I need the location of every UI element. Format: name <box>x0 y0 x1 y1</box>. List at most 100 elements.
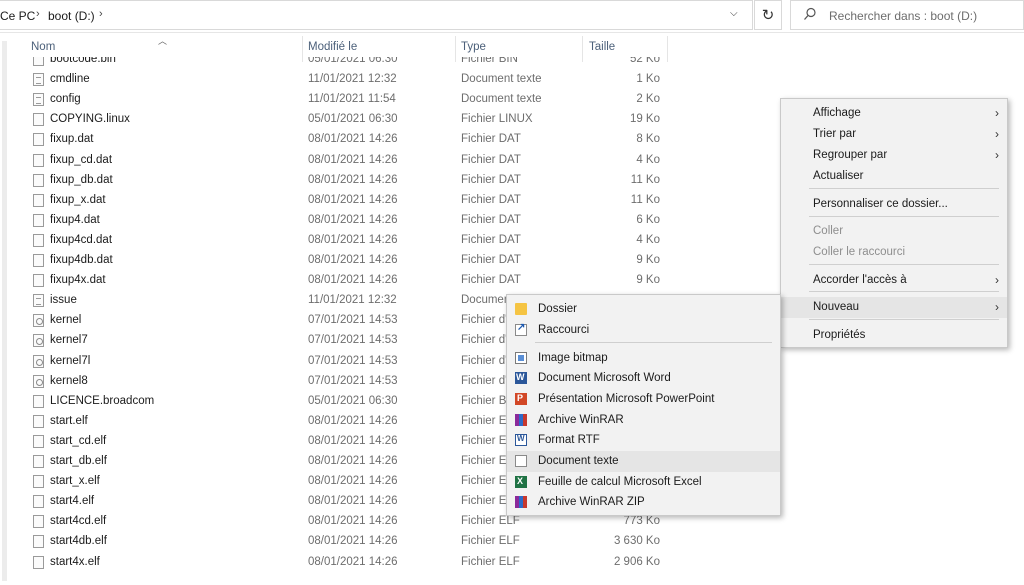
new-submenu-item[interactable]: Présentation Microsoft PowerPoint <box>507 389 780 410</box>
text-file-icon <box>33 93 44 107</box>
file-size: 52 Ko <box>629 57 660 65</box>
new-submenu-item[interactable]: Dossier <box>507 299 780 320</box>
context-menu-item-nouveau[interactable]: Nouveau › <box>781 297 1007 318</box>
file-modified-date: 08/01/2021 14:26 <box>308 434 398 447</box>
file-size: 6 Ko <box>636 213 660 226</box>
context-menu-item-propriétés[interactable]: Propriétés <box>781 325 1007 346</box>
new-submenu-item[interactable]: Feuille de calcul Microsoft Excel <box>507 472 780 493</box>
context-menu: Affichage › Trier par › Regrouper par › Actual… <box>780 98 1008 348</box>
file-type: Document texte <box>461 93 542 106</box>
file-type: Fichier ELF <box>461 515 520 528</box>
file-modified-date: 05/01/2021 06:30 <box>308 57 398 65</box>
context-menu-item-regrouper-par[interactable]: Regrouper par › <box>781 145 1007 166</box>
file-row[interactable]: fixup.dat 08/01/2021 14:26 Fichier DAT 8 Ko <box>0 130 680 150</box>
file-type: Documen <box>461 294 511 307</box>
column-header-size[interactable]: Taille <box>589 41 615 53</box>
file-row[interactable]: fixup4db.dat 08/01/2021 14:26 Fichier DAT 9… <box>0 251 680 271</box>
search-box[interactable]: Rechercher dans : boot (D:) <box>790 0 1024 30</box>
submenu-arrow-icon: › <box>995 127 999 141</box>
refresh-button[interactable]: ↻ <box>754 0 782 30</box>
breadcrumb-chevron-icon[interactable]: › <box>36 8 40 20</box>
address-bar[interactable]: Ce PC › boot (D:) › ⌵ <box>0 0 753 30</box>
file-icon <box>33 254 44 267</box>
file-name: kernel8 <box>50 374 88 387</box>
file-size: 3 630 Ko <box>613 535 660 548</box>
system-file-icon <box>33 334 44 348</box>
file-icon <box>33 173 44 187</box>
new-submenu-item[interactable]: Document Microsoft Word <box>507 368 780 389</box>
file-row[interactable]: fixup_db.dat 08/01/2021 14:26 Fichier DAT 1… <box>0 171 680 191</box>
toolbar: Ce PC › boot (D:) › ⌵ ↻ Rechercher dans … <box>0 0 1024 33</box>
new-submenu-item[interactable]: Archive WinRAR <box>507 410 780 431</box>
context-menu-item-accorder-l-accès-à[interactable]: Accorder l'accès à › <box>781 270 1007 291</box>
file-modified-date: 08/01/2021 14:26 <box>308 173 398 186</box>
file-size: 8 Ko <box>636 133 660 146</box>
winrar-icon <box>515 414 527 426</box>
file-size: 9 Ko <box>636 254 660 266</box>
column-header-type[interactable]: Type <box>461 41 486 53</box>
file-size: 11 Ko <box>630 193 660 206</box>
file-row[interactable]: cmdline 11/01/2021 12:32 Document texte 1 K… <box>0 70 680 90</box>
context-menu-item-personnaliser-ce-dossier[interactable]: Personnaliser ce dossier... <box>781 194 1007 215</box>
file-size: 2 906 Ko <box>613 555 660 568</box>
file-name: start4x.elf <box>50 555 100 568</box>
file-size: 11 Ko <box>630 173 660 186</box>
file-modified-date: 05/01/2021 06:30 <box>308 113 398 126</box>
search-input[interactable]: Rechercher dans : boot (D:) <box>829 9 977 23</box>
column-header-modified[interactable]: Modifié le <box>308 41 357 53</box>
file-modified-date: 08/01/2021 14:26 <box>308 233 398 246</box>
file-icon <box>33 414 44 428</box>
new-submenu-item[interactable]: Format RTF <box>507 430 780 451</box>
file-type: Fichier d' <box>461 354 508 367</box>
file-row[interactable]: start4db.elf 08/01/2021 14:26 Fichier ELF 3… <box>0 532 680 552</box>
breadcrumb-chevron-icon[interactable]: › <box>99 8 103 20</box>
file-name: fixup_x.dat <box>50 193 106 206</box>
file-modified-date: 08/01/2021 14:26 <box>308 193 398 206</box>
file-name: fixup.dat <box>50 133 94 146</box>
refresh-icon: ↻ <box>761 7 775 24</box>
context-menu-item-trier-par[interactable]: Trier par › <box>781 124 1007 145</box>
address-history-dropdown-icon[interactable]: ⌵ <box>730 8 738 19</box>
file-modified-date: 08/01/2021 14:26 <box>308 515 398 528</box>
new-submenu-item-label: Document texte <box>538 455 619 467</box>
new-submenu-item[interactable]: Document texte <box>507 451 780 472</box>
folder-icon <box>515 303 527 315</box>
column-header-name[interactable]: Nom <box>31 41 55 53</box>
breadcrumb-boot-drive[interactable]: boot (D:) <box>48 9 95 23</box>
file-name: fixup4.dat <box>50 213 100 226</box>
file-icon <box>33 233 44 247</box>
context-menu-item-label: Coller le raccourci <box>813 246 906 258</box>
file-name: fixup_db.dat <box>50 173 113 186</box>
new-submenu-item[interactable]: Archive WinRAR ZIP <box>507 492 780 513</box>
file-name: start.elf <box>50 414 88 427</box>
file-name: kernel7 <box>50 334 88 347</box>
breadcrumb-this-pc[interactable]: Ce PC <box>0 9 35 23</box>
new-submenu-item[interactable]: Image bitmap <box>507 348 780 369</box>
file-row[interactable]: fixup_x.dat 08/01/2021 14:26 Fichier DAT 11… <box>0 191 680 211</box>
context-menu-item-affichage[interactable]: Affichage › <box>781 103 1007 124</box>
bitmap-icon <box>515 352 527 364</box>
file-type: Fichier DAT <box>461 254 521 266</box>
file-modified-date: 08/01/2021 14:26 <box>308 475 398 488</box>
submenu-arrow-icon: › <box>995 300 999 314</box>
file-row[interactable]: fixup4cd.dat 08/01/2021 14:26 Fichier DAT 4… <box>0 231 680 251</box>
system-file-icon <box>33 314 44 328</box>
file-row[interactable]: fixup4.dat 08/01/2021 14:26 Fichier DAT 6 K… <box>0 211 680 231</box>
file-type: Fichier EL <box>461 475 513 488</box>
file-type: Fichier DAT <box>461 274 521 287</box>
file-row[interactable]: bootcode.bin 05/01/2021 06:30 Fichier BIN 5… <box>0 57 680 70</box>
file-row[interactable]: start4x.elf 08/01/2021 14:26 Fichier ELF 2 … <box>0 553 680 573</box>
file-row[interactable]: fixup_cd.dat 08/01/2021 14:26 Fichier DAT 4… <box>0 151 680 171</box>
file-row[interactable]: fixup4x.dat 08/01/2021 14:26 Fichier DAT 9 … <box>0 271 680 291</box>
file-row[interactable]: COPYING.linux 05/01/2021 06:30 Fichier LIN… <box>0 110 680 130</box>
file-icon <box>33 455 44 468</box>
file-name: COPYING.linux <box>50 113 130 126</box>
context-menu-item-label: Trier par <box>813 128 857 140</box>
context-menu-item-actualiser[interactable]: Actualiser <box>781 166 1007 187</box>
file-row[interactable]: config 11/01/2021 11:54 Document texte 2 Ko <box>0 90 680 110</box>
file-type: Fichier EL <box>461 455 513 467</box>
file-type: Fichier LINUX <box>461 113 533 126</box>
file-modified-date: 07/01/2021 14:53 <box>308 314 398 327</box>
new-submenu-item[interactable]: Raccourci <box>507 320 780 341</box>
file-modified-date: 07/01/2021 14:53 <box>308 354 398 367</box>
